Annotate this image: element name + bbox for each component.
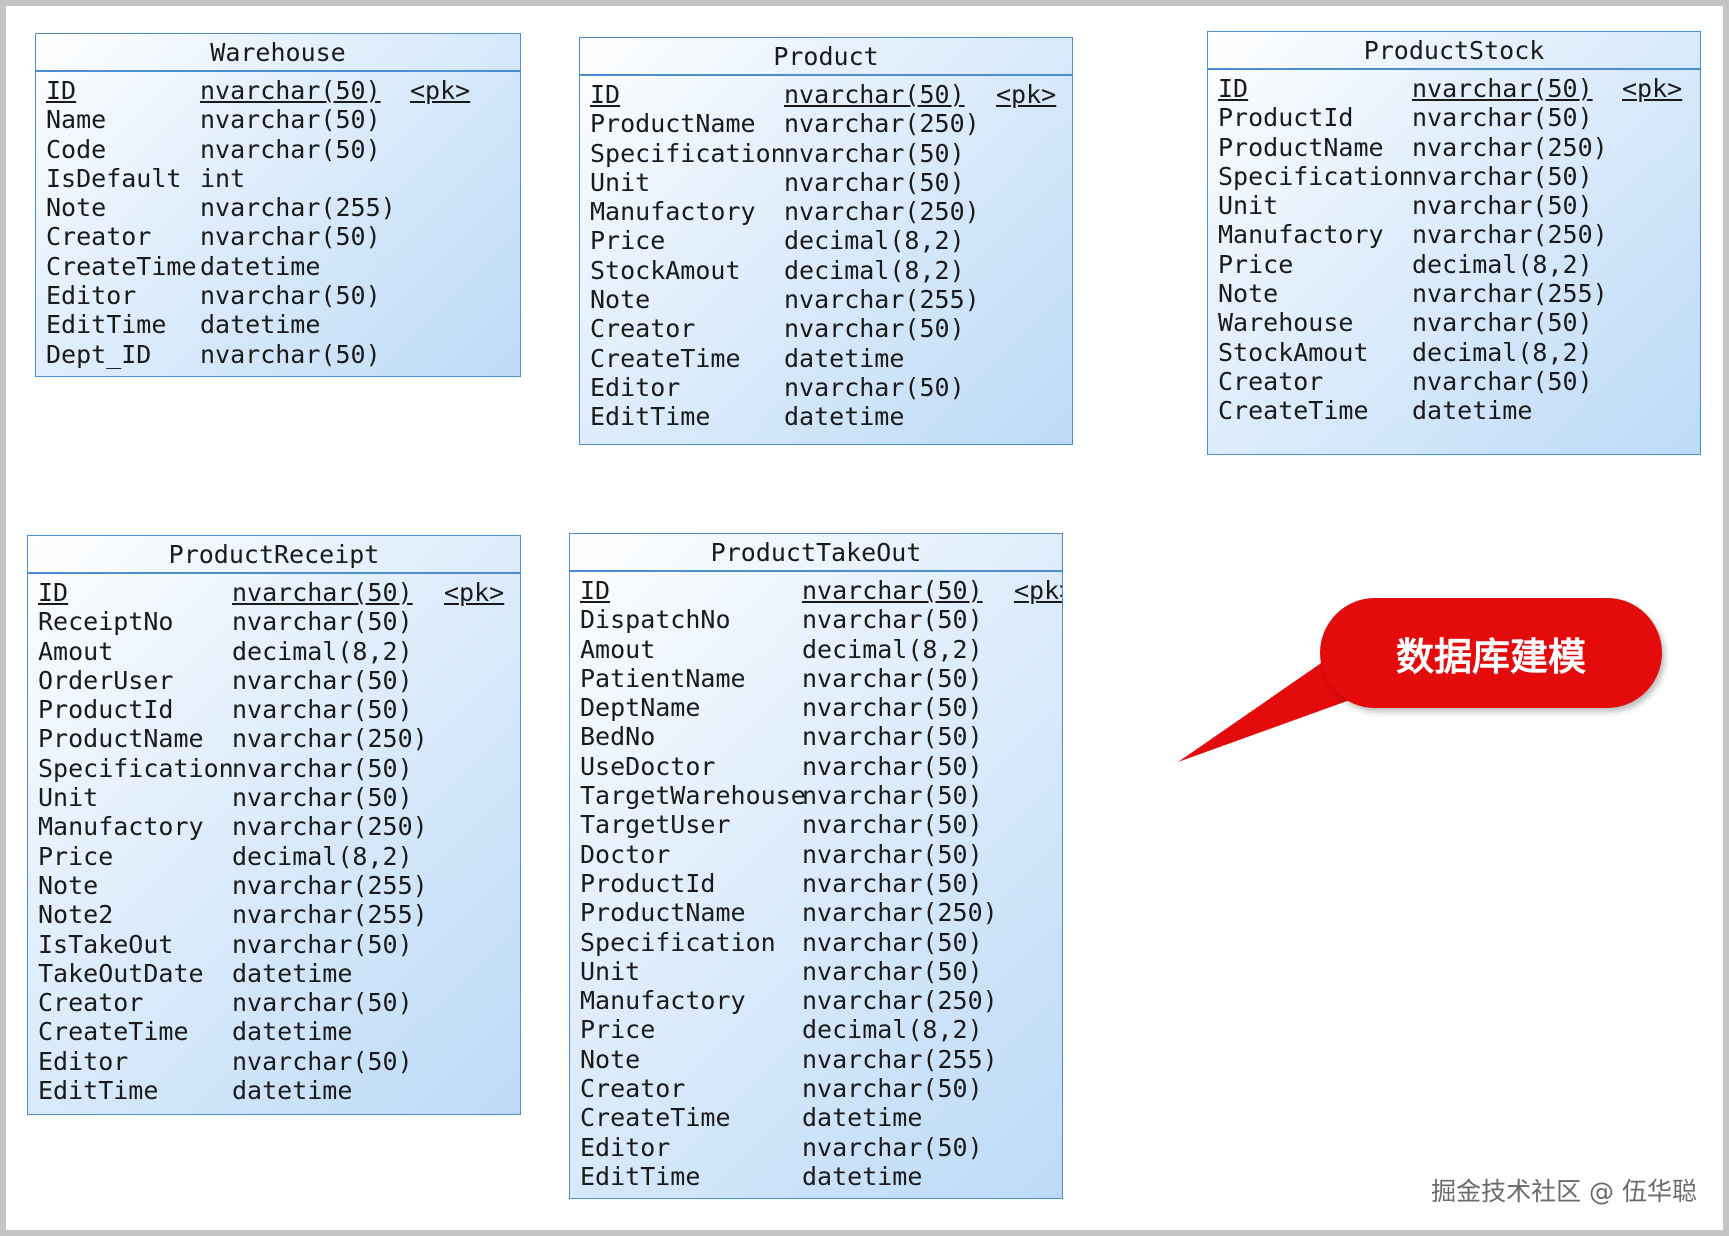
callout-bubble: 数据库建模 [1320, 598, 1662, 708]
watermark: 掘金技术社区 @ 伍华聪 [1431, 1177, 1697, 1206]
callout-text: 数据库建模 [1395, 634, 1586, 679]
